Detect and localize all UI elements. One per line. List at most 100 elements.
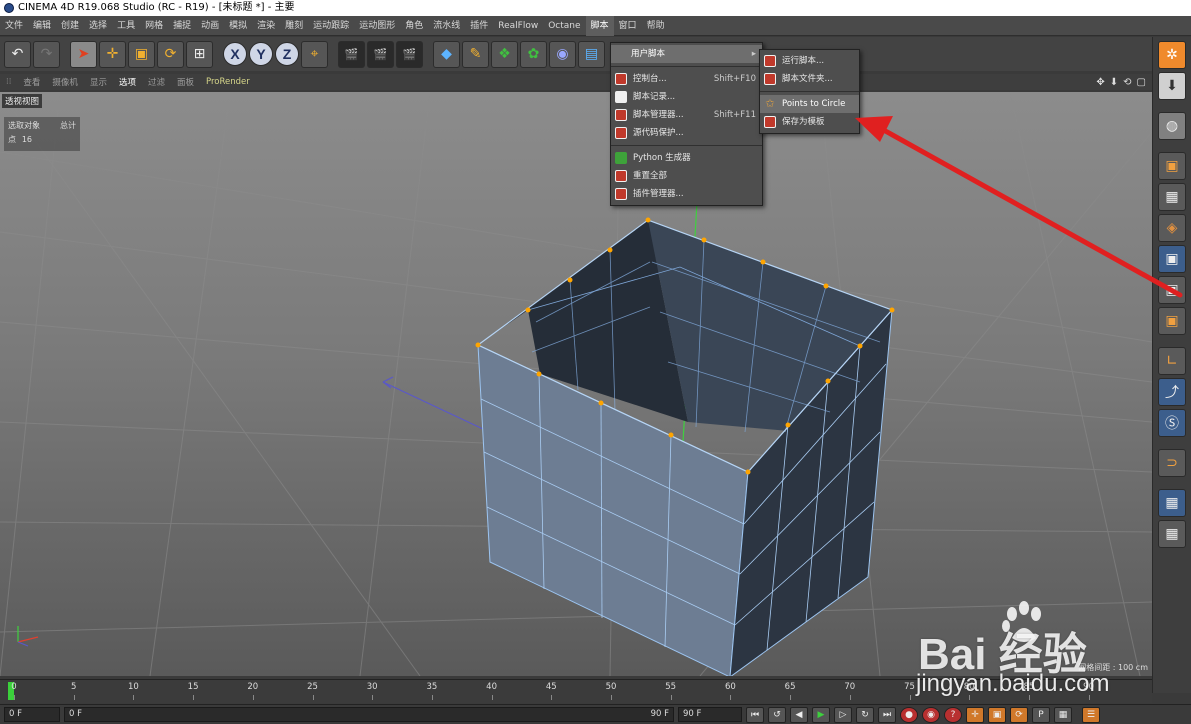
solo-icon[interactable]: Ⓢ bbox=[1158, 409, 1186, 437]
menu-mesh[interactable]: 网格 bbox=[140, 16, 168, 36]
texture-mode-icon[interactable]: ▦ bbox=[1158, 183, 1186, 211]
menu-script[interactable]: 脚本 bbox=[585, 15, 614, 36]
menu-item-script-log[interactable]: 脚本记录... bbox=[611, 88, 762, 106]
workplane-lock-icon[interactable]: ▦ bbox=[1158, 489, 1186, 517]
vp-menu-panel[interactable]: 面板 bbox=[171, 76, 200, 88]
menu-file[interactable]: 文件 bbox=[0, 16, 28, 36]
deformer-icon[interactable]: ◉ bbox=[549, 40, 576, 68]
pen-icon[interactable]: ✎ bbox=[462, 40, 489, 68]
menu-select[interactable]: 选择 bbox=[84, 16, 112, 36]
menu-item-code-protect[interactable]: 源代码保护... bbox=[611, 124, 762, 142]
record-icon[interactable]: ● bbox=[900, 706, 918, 723]
coordinate-system-icon[interactable]: ⌖ bbox=[301, 40, 328, 68]
menu-realflow[interactable]: RealFlow bbox=[493, 16, 543, 36]
rotate-icon[interactable]: ⟳ bbox=[157, 40, 184, 68]
select-arrow-icon[interactable]: ➤ bbox=[70, 40, 97, 68]
x-axis-lock-icon[interactable]: X bbox=[223, 42, 247, 66]
polygons-mode-icon[interactable]: ▣ bbox=[1158, 307, 1186, 335]
menu-pipeline[interactable]: 流水线 bbox=[428, 16, 465, 36]
keyframe-selection-icon[interactable]: ? bbox=[944, 706, 962, 723]
prev-frame-icon[interactable]: ◀ bbox=[790, 706, 808, 723]
key-position-icon[interactable]: ✛ bbox=[966, 706, 984, 723]
pan-icon[interactable]: ✥ bbox=[1096, 77, 1104, 88]
menu-item-console[interactable]: 控制台... Shift+F10 bbox=[611, 70, 762, 88]
z-axis-lock-icon[interactable]: Z bbox=[275, 42, 299, 66]
expand-icon[interactable]: ✲ bbox=[1158, 41, 1186, 69]
menu-mograph[interactable]: 运动图形 bbox=[354, 16, 400, 36]
render-picture-viewer-icon[interactable]: 🎬 bbox=[367, 40, 394, 68]
orbit-icon[interactable]: ⟲ bbox=[1123, 77, 1131, 88]
vp-menu-view[interactable]: 查看 bbox=[17, 76, 46, 88]
menu-item-script-manager[interactable]: 脚本管理器... Shift+F11 bbox=[611, 106, 762, 124]
key-pla-icon[interactable]: ▦ bbox=[1054, 706, 1072, 723]
menu-octane[interactable]: Octane bbox=[543, 16, 585, 36]
cube-icon[interactable]: ◆ bbox=[433, 40, 460, 68]
cloner-icon[interactable]: ✿ bbox=[520, 40, 547, 68]
snap-magnet-icon[interactable]: ⊃ bbox=[1158, 449, 1186, 477]
render-view-icon[interactable]: 🎬 bbox=[338, 40, 365, 68]
menu-edit[interactable]: 编辑 bbox=[28, 16, 56, 36]
download-icon[interactable]: ⬇ bbox=[1158, 72, 1186, 100]
maximize-view-icon[interactable]: ▢ bbox=[1137, 77, 1146, 88]
menu-item-user-scripts[interactable]: 用户脚本 ▸ bbox=[611, 45, 762, 63]
render-sphere-icon[interactable]: ◍ bbox=[1158, 112, 1186, 140]
menu-plugins[interactable]: 插件 bbox=[465, 16, 493, 36]
key-scale-icon[interactable]: ▣ bbox=[988, 706, 1006, 723]
next-frame-icon[interactable]: ▷ bbox=[834, 706, 852, 723]
vp-menu-filter[interactable]: 过滤 bbox=[142, 76, 171, 88]
menu-render[interactable]: 渲染 bbox=[252, 16, 280, 36]
menu-snap[interactable]: 捕捉 bbox=[168, 16, 196, 36]
menu-motion-tracking[interactable]: 运动跟踪 bbox=[308, 16, 354, 36]
vp-menu-camera[interactable]: 摄像机 bbox=[46, 76, 84, 88]
y-axis-lock-icon[interactable]: Y bbox=[249, 42, 273, 66]
go-to-start-icon[interactable]: ⏮ bbox=[746, 706, 764, 723]
key-rotation-icon[interactable]: ⟳ bbox=[1010, 706, 1028, 723]
tweak-mode-icon[interactable]: ⤴ bbox=[1158, 378, 1186, 406]
menu-item-run-script[interactable]: 运行脚本... bbox=[760, 52, 859, 70]
menu-create[interactable]: 创建 bbox=[56, 16, 84, 36]
timeline-menu-icon[interactable]: ☰ bbox=[1082, 706, 1100, 723]
menu-item-save-template[interactable]: 保存为模板 bbox=[760, 113, 859, 131]
auto-key-icon[interactable]: ◉ bbox=[922, 706, 940, 723]
vp-menu-options[interactable]: 选项 bbox=[113, 76, 142, 88]
menu-item-points-to-circle[interactable]: ✩ Points to Circle bbox=[760, 95, 859, 113]
menu-sculpt[interactable]: 雕刻 bbox=[280, 16, 308, 36]
vp-menu-display[interactable]: 显示 bbox=[84, 76, 113, 88]
menu-character[interactable]: 角色 bbox=[400, 16, 428, 36]
points-mode-icon[interactable]: ▣ bbox=[1158, 245, 1186, 273]
move-icon[interactable]: ✛ bbox=[99, 40, 126, 68]
edges-mode-icon[interactable]: ▣ bbox=[1158, 276, 1186, 304]
menu-window[interactable]: 窗口 bbox=[614, 16, 642, 36]
scale-icon[interactable]: ▣ bbox=[128, 40, 155, 68]
menu-item-reset-all[interactable]: 重置全部 bbox=[611, 167, 762, 185]
go-to-end-icon[interactable]: ⏭ bbox=[878, 706, 896, 723]
subdivision-icon[interactable]: ❖ bbox=[491, 40, 518, 68]
undo-icon[interactable]: ↶ bbox=[4, 40, 31, 68]
grid-plane-icon[interactable]: ▦ bbox=[1158, 520, 1186, 548]
vp-menu-prorender[interactable]: ProRender bbox=[200, 77, 256, 87]
workplane-icon[interactable]: ◈ bbox=[1158, 214, 1186, 242]
zoom-icon[interactable]: ⬇ bbox=[1110, 77, 1118, 88]
transform-icon[interactable]: ⊞ bbox=[186, 40, 213, 68]
next-key-icon[interactable]: ↻ bbox=[856, 706, 874, 723]
menu-help[interactable]: 帮助 bbox=[642, 16, 670, 36]
start-frame-field[interactable]: 0 F bbox=[4, 707, 60, 722]
menu-item-plugin-manager[interactable]: 插件管理器... bbox=[611, 185, 762, 203]
render-settings-icon[interactable]: 🎬 bbox=[396, 40, 423, 68]
axis-mode-icon[interactable]: ∟ bbox=[1158, 347, 1186, 375]
menu-item-python-generator[interactable]: Python 生成器 bbox=[611, 149, 762, 167]
timeline-ruler[interactable]: 0 5 10 15 20 25 30 35 40 45 50 55 60 65 70 75 80 85 90 bbox=[0, 679, 1152, 703]
menu-item-script-folder[interactable]: 脚本文件夹... bbox=[760, 70, 859, 88]
end-frame-field[interactable]: 90 F bbox=[678, 707, 742, 722]
scene-icon[interactable]: ▤ bbox=[578, 40, 605, 68]
prev-key-icon[interactable]: ↺ bbox=[768, 706, 786, 723]
perspective-viewport[interactable]: 透视视图 选取对象 总计 点 16 网格间距 : 100 cm bbox=[0, 92, 1152, 676]
menu-animate[interactable]: 动画 bbox=[196, 16, 224, 36]
model-mode-icon[interactable]: ▣ bbox=[1158, 152, 1186, 180]
play-icon[interactable]: ▶ bbox=[812, 706, 830, 723]
frame-range-slider[interactable]: 0 F 90 F bbox=[64, 707, 674, 722]
redo-icon[interactable]: ↷ bbox=[33, 40, 60, 68]
menu-tools[interactable]: 工具 bbox=[112, 16, 140, 36]
menu-simulate[interactable]: 模拟 bbox=[224, 16, 252, 36]
key-parameter-icon[interactable]: P bbox=[1032, 706, 1050, 723]
